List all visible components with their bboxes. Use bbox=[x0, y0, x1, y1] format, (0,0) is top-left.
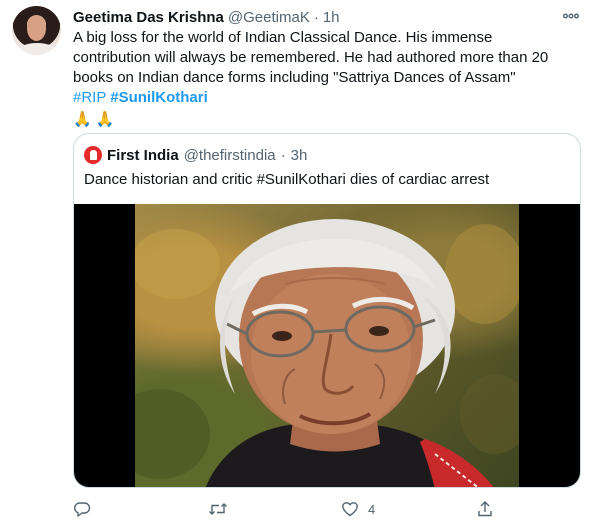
header-separator: · bbox=[313, 9, 319, 26]
first-india-logo-icon[interactable] bbox=[84, 146, 102, 164]
tweet-text-line-1: A big loss for the world of Indian Class… bbox=[73, 29, 493, 46]
quoted-handle[interactable]: @thefirstindia bbox=[184, 147, 276, 164]
quoted-tweet-header: First India @thefirstindia · 3h bbox=[84, 144, 307, 166]
retweet-button[interactable] bbox=[208, 500, 341, 518]
tweet[interactable]: Geetima Das Krishna @GeetimaK · 1h A big… bbox=[0, 0, 593, 530]
emoji-row: 🙏 🙏 bbox=[73, 110, 573, 130]
more-options-button[interactable] bbox=[561, 6, 581, 26]
quoted-separator: · bbox=[280, 146, 286, 164]
reply-icon bbox=[74, 502, 91, 517]
tweet-text-line-2: contribution will always be remembered. … bbox=[73, 49, 549, 66]
more-horizontal-icon bbox=[563, 13, 579, 19]
tweet-header: Geetima Das Krishna @GeetimaK · 1h bbox=[73, 8, 340, 28]
tweet-timestamp[interactable]: 1h bbox=[323, 8, 340, 28]
like-count: 4 bbox=[368, 501, 376, 517]
quoted-timestamp[interactable]: 3h bbox=[291, 147, 308, 164]
folded-hands-emoji-2: 🙏 bbox=[95, 111, 115, 128]
author-avatar[interactable] bbox=[12, 6, 61, 55]
share-icon bbox=[478, 501, 492, 517]
hashtag-sunilkothari[interactable]: #SunilKothari bbox=[110, 89, 208, 106]
avatar-face bbox=[27, 16, 46, 41]
avatar-shirt bbox=[17, 43, 57, 55]
tweet-text-line-3: books on Indian dance forms including "S… bbox=[73, 69, 516, 86]
portrait-illustration bbox=[135, 219, 519, 487]
photo-elderly-man[interactable] bbox=[135, 204, 519, 487]
retweet-icon bbox=[209, 503, 227, 515]
tweet-actions-bar: 4 bbox=[73, 498, 503, 520]
like-icon bbox=[342, 502, 358, 517]
quoted-display-name[interactable]: First India bbox=[107, 147, 179, 164]
author-display-name[interactable]: Geetima Das Krishna bbox=[73, 8, 224, 28]
quoted-media[interactable] bbox=[74, 204, 580, 487]
author-handle[interactable]: @GeetimaK bbox=[228, 8, 310, 28]
like-button[interactable]: 4 bbox=[341, 500, 476, 518]
hashtag-rip[interactable]: #RIP bbox=[73, 89, 106, 106]
share-button[interactable] bbox=[476, 500, 503, 518]
hashtag-line: #RIP #SunilKothari bbox=[73, 88, 573, 108]
folded-hands-emoji-1: 🙏 bbox=[73, 111, 92, 128]
quoted-tweet-card[interactable]: First India @thefirstindia · 3h Dance hi… bbox=[73, 133, 581, 488]
tweet-text: A big loss for the world of Indian Class… bbox=[73, 28, 573, 130]
quoted-tweet-text: Dance historian and critic #SunilKothari… bbox=[84, 171, 490, 188]
reply-button[interactable] bbox=[73, 500, 208, 518]
